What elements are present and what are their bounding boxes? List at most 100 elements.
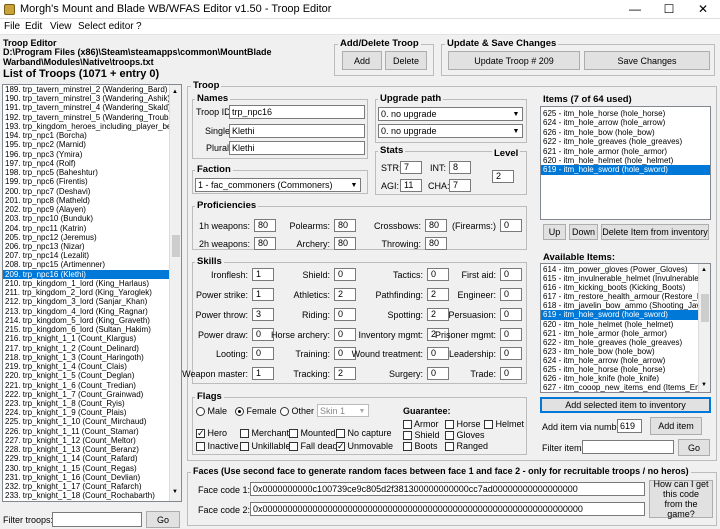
helmet-checkbox[interactable] — [484, 420, 493, 430]
gloves-checkbox[interactable] — [445, 431, 454, 441]
int-input[interactable]: 8 — [449, 161, 471, 174]
skill-value-input[interactable]: 0 — [500, 268, 522, 281]
delete-troop-button[interactable]: Delete — [385, 51, 427, 70]
gender-male[interactable]: Male — [196, 406, 227, 417]
troop-list-item[interactable]: 202. trp_npc9 (Alayen) — [3, 205, 169, 214]
troop-list-item[interactable]: 233. trp_knight_1_18 (Count_Rochabarth) — [3, 491, 169, 500]
fall-dead-checkbox[interactable] — [289, 442, 298, 452]
inventory-item[interactable]: 620 - itm_hole_helmet (hole_helmet) — [541, 156, 710, 165]
skill-value-input[interactable]: 0 — [427, 347, 449, 360]
faction-select[interactable]: 1 - fac_commoners (Commoners) ▼ — [195, 178, 361, 192]
armor-checkbox[interactable] — [403, 420, 412, 430]
guarantee-gloves[interactable]: Gloves — [445, 430, 485, 441]
skin-select[interactable]: Skin 1 ▼ — [317, 404, 369, 417]
hero-checkbox[interactable] — [196, 429, 205, 439]
ranged-checkbox[interactable] — [445, 442, 454, 452]
proficiency-value-input[interactable]: 80 — [425, 219, 447, 232]
skill-value-input[interactable]: 0 — [334, 308, 356, 321]
available-items-scrollbar[interactable]: ▲ ▼ — [698, 264, 710, 392]
skill-value-input[interactable]: 1 — [252, 268, 274, 281]
proficiency-value-input[interactable]: 80 — [254, 219, 276, 232]
troop-list-item[interactable]: 195. trp_npc2 (Marnid) — [3, 140, 169, 149]
available-item[interactable]: 621 - itm_hole_armor (hole_armor) — [541, 329, 698, 338]
scroll-down-icon[interactable]: ▼ — [172, 489, 178, 495]
maximize-icon[interactable]: ☐ — [652, 0, 686, 19]
upgrade-path-1-select[interactable]: 0. no upgrade ▼ — [378, 107, 523, 121]
skill-value-input[interactable]: 0 — [500, 347, 522, 360]
inventory-item[interactable]: 624 - itm_hole_arrow (hole_arrow) — [541, 118, 710, 127]
available-item[interactable]: 617 - itm_restore_health_armour (Restore… — [541, 292, 698, 301]
troop-id-input[interactable]: trp_npc16 — [229, 105, 365, 119]
troop-list-item[interactable]: 209. trp_npc16 (Klethi) — [3, 269, 169, 279]
skill-value-input[interactable]: 1 — [252, 367, 274, 380]
flag-hero[interactable]: Hero — [196, 428, 227, 439]
gender-female[interactable]: Female — [235, 406, 277, 417]
troop-list-item[interactable]: 203. trp_npc10 (Bunduk) — [3, 214, 169, 223]
flag-inactive[interactable]: Inactive — [196, 441, 239, 452]
troop-list-item[interactable]: 224. trp_knight_1_9 (Count_Plais) — [3, 408, 169, 417]
merchant-checkbox[interactable] — [240, 429, 249, 439]
troop-list-item[interactable]: 201. trp_npc8 (Matheld) — [3, 196, 169, 205]
add-selected-item-button[interactable]: Add selected item to inventory — [540, 397, 711, 413]
guarantee-helmet[interactable]: Helmet — [484, 419, 524, 430]
skill-value-input[interactable]: 2 — [427, 288, 449, 301]
inventory-item[interactable]: 621 - itm_hole_armor (hole_armor) — [541, 147, 710, 156]
skill-value-input[interactable]: 3 — [252, 308, 274, 321]
proficiency-value-input[interactable]: 80 — [334, 237, 356, 250]
no-capture-checkbox[interactable] — [336, 429, 345, 439]
str-input[interactable]: 7 — [400, 161, 422, 174]
male-radio[interactable] — [196, 407, 205, 417]
skill-value-input[interactable]: 0 — [427, 367, 449, 380]
available-item[interactable]: 619 - itm_hole_sword (hole_sword) — [541, 310, 698, 320]
menu-file[interactable]: File — [4, 21, 20, 32]
troop-list-item[interactable]: 232. trp_knight_1_17 (Count_Rafarch) — [3, 482, 169, 491]
troop-list-item[interactable]: 200. trp_npc7 (Deshavi) — [3, 187, 169, 196]
troop-list-item[interactable]: 223. trp_knight_1_8 (Count_Ryis) — [3, 399, 169, 408]
item-down-button[interactable]: Down — [569, 224, 598, 240]
troop-list-item[interactable]: 208. trp_npc15 (Artimenner) — [3, 260, 169, 269]
troop-list-item[interactable]: 206. trp_npc13 (Nizar) — [3, 242, 169, 251]
add-troop-button[interactable]: Add — [342, 51, 382, 70]
flag-no-capture[interactable]: No capture — [336, 428, 392, 439]
minimize-icon[interactable]: — — [618, 0, 652, 19]
proficiency-value-input[interactable]: 0 — [500, 219, 522, 232]
available-item[interactable]: 627 - itm_cooop_new_items_end (Items_En — [541, 383, 698, 392]
flag-fall-dead[interactable]: Fall dead — [289, 441, 338, 452]
available-item[interactable]: 625 - itm_hole_horse (hole_horse) — [541, 365, 698, 374]
troop-list-item[interactable]: 229. trp_knight_1_14 (Count_Rafard) — [3, 454, 169, 463]
filter-items-go-button[interactable]: Go — [678, 439, 710, 456]
skill-value-input[interactable]: 0 — [500, 367, 522, 380]
skill-value-input[interactable]: 0 — [500, 328, 522, 341]
menu-help[interactable]: ? — [136, 21, 142, 32]
flag-unkillable[interactable]: Unkillable — [240, 441, 291, 452]
troop-list-item[interactable]: 193. trp_kingdom_heroes_including_player… — [3, 122, 169, 131]
item-up-button[interactable]: Up — [543, 224, 566, 240]
face-code-1-input[interactable]: 0x0000000000c100739ce9c805d2f38130000000… — [250, 482, 645, 496]
troop-list-item[interactable]: 230. trp_knight_1_15 (Count_Regas) — [3, 464, 169, 473]
inventory-list[interactable]: 625 - itm_hole_horse (hole_horse) 624 - i… — [540, 106, 711, 220]
troop-list-item[interactable]: 222. trp_knight_1_7 (Count_Grainwad) — [3, 390, 169, 399]
troop-list-item[interactable]: 198. trp_npc5 (Baheshtur) — [3, 168, 169, 177]
add-item-button[interactable]: Add item — [650, 417, 702, 435]
level-input[interactable]: 2 — [492, 170, 514, 183]
troop-list-item[interactable]: 207. trp_npc14 (Lezalit) — [3, 251, 169, 260]
face-code-help-button[interactable]: How can I get this code from the game? — [649, 479, 713, 519]
cha-input[interactable]: 7 — [449, 179, 471, 192]
unkillable-checkbox[interactable] — [240, 442, 249, 452]
skill-value-input[interactable]: 0 — [334, 328, 356, 341]
troop-list-item[interactable]: 214. trp_kingdom_5_lord (King_Graveth) — [3, 316, 169, 325]
troop-list-item[interactable]: 213. trp_kingdom_4_lord (King_Ragnar) — [3, 307, 169, 316]
scroll-thumb[interactable] — [701, 294, 709, 322]
plural-name-input[interactable]: Klethi — [229, 141, 365, 155]
troop-list-item[interactable]: 191. trp_tavern_minstrel_4 (Wandering_Sk… — [3, 103, 169, 112]
inventory-item[interactable]: 626 - itm_hole_bow (hole_bow) — [541, 128, 710, 137]
menu-edit[interactable]: Edit — [25, 21, 42, 32]
troop-list-item[interactable]: 218. trp_knight_1_3 (Count_Haringoth) — [3, 353, 169, 362]
add-via-number-input[interactable]: 619 — [617, 419, 642, 433]
inventory-item[interactable]: 625 - itm_hole_horse (hole_horse) — [541, 109, 710, 118]
skill-value-input[interactable]: 0 — [427, 268, 449, 281]
gender-other[interactable]: Other — [280, 406, 314, 417]
troop-list-item[interactable]: 190. trp_tavern_minstrel_3 (Wandering_As… — [3, 94, 169, 103]
available-item[interactable]: 623 - itm_hole_bow (hole_bow) — [541, 347, 698, 356]
flag-unmovable[interactable]: Unmovable — [336, 441, 393, 452]
